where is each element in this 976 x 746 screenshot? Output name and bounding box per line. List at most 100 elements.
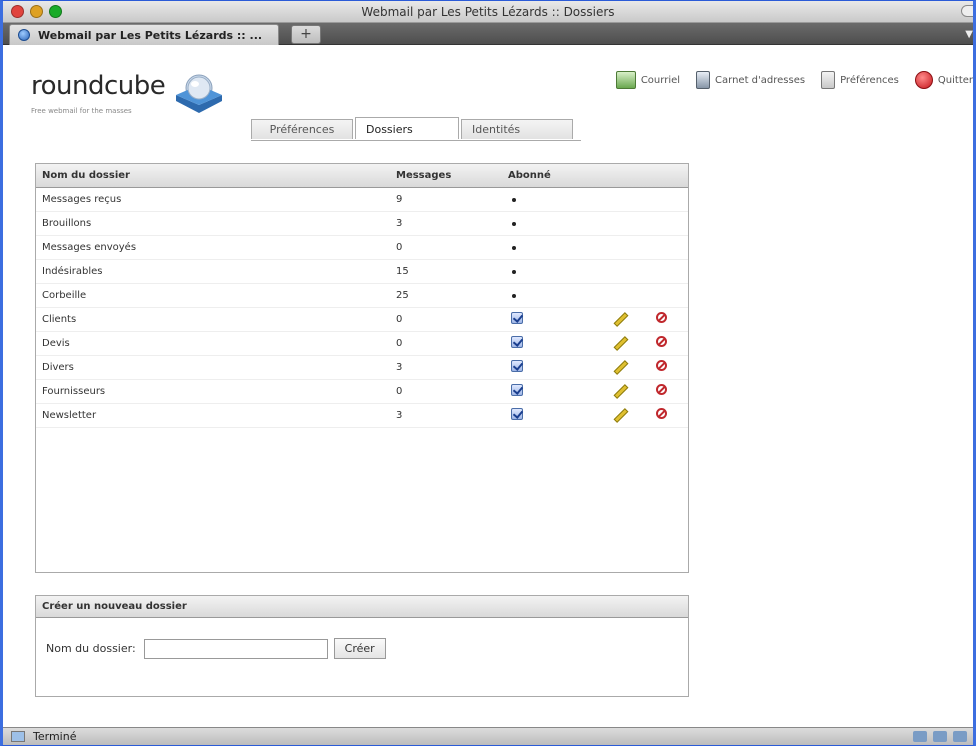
folder-row[interactable]: Devis 0 <box>36 331 688 356</box>
tab-divider <box>251 140 581 141</box>
folder-row[interactable]: Indésirables 15 <box>36 259 688 284</box>
folder-delete-cell <box>644 403 688 428</box>
folder-rename-cell <box>600 259 644 284</box>
folder-message-count: 3 <box>390 403 502 428</box>
rename-pencil-icon[interactable] <box>612 359 626 373</box>
folder-name-input[interactable] <box>143 638 328 659</box>
nav-preferences-label: Préférences <box>840 74 899 86</box>
folder-message-count: 9 <box>390 187 502 212</box>
folder-message-count: 15 <box>390 259 502 284</box>
rename-pencil-icon[interactable] <box>612 383 626 397</box>
folder-name: Newsletter <box>36 403 390 428</box>
folder-row[interactable]: Clients 0 <box>36 307 688 332</box>
folder-rename-cell <box>600 379 644 404</box>
logo-wordmark: roundcube <box>31 71 166 101</box>
settings-tabs: Préférences Dossiers Identités <box>251 117 575 139</box>
toolbar-toggle-button[interactable] <box>961 5 973 17</box>
folder-name: Messages reçus <box>36 187 390 212</box>
subscribe-checkbox[interactable] <box>511 407 523 420</box>
tray-mail-icon <box>953 731 967 742</box>
subscribe-checkbox[interactable] <box>511 311 523 324</box>
delete-folder-icon[interactable] <box>656 336 667 347</box>
folder-delete-cell <box>644 235 688 260</box>
folder-rename-cell <box>600 187 644 212</box>
logo-tagline: Free webmail for the masses <box>31 107 132 115</box>
folder-rename-cell <box>600 211 644 236</box>
folder-rename-cell <box>600 235 644 260</box>
folder-subscribed-cell <box>502 307 600 332</box>
folder-name: Corbeille <box>36 283 390 308</box>
window-titlebar: Webmail par Les Petits Lézards :: Dossie… <box>3 1 973 23</box>
tray-addon-icon <box>933 731 947 742</box>
tab-identites[interactable]: Identités <box>461 119 573 139</box>
subscribe-checkbox[interactable] <box>511 359 523 372</box>
delete-folder-icon[interactable] <box>656 312 667 323</box>
delete-folder-icon[interactable] <box>656 408 667 419</box>
folder-table: Nom du dossier Messages Abonné Messages … <box>36 164 688 428</box>
create-folder-box: Créer un nouveau dossier Nom du dossier:… <box>35 595 689 697</box>
folder-row[interactable]: Corbeille 25 <box>36 283 688 308</box>
status-bar: Terminé <box>3 727 973 745</box>
folder-name: Devis <box>36 331 390 356</box>
nav-carnet[interactable]: Carnet d'adresses <box>696 71 805 89</box>
folder-message-count: 0 <box>390 307 502 332</box>
tab-overflow-icon[interactable]: ▼ <box>965 29 973 40</box>
window-title: Webmail par Les Petits Lézards :: Dossie… <box>361 5 615 19</box>
folder-subscribed-cell <box>502 235 600 260</box>
roundcube-logo: roundcube Free webmail for the masses <box>31 71 222 115</box>
status-icon <box>11 731 25 742</box>
folder-delete-cell <box>644 379 688 404</box>
folder-rename-cell <box>600 355 644 380</box>
folder-row[interactable]: Fournisseurs 0 <box>36 379 688 404</box>
folder-message-count: 3 <box>390 211 502 236</box>
folder-name: Clients <box>36 307 390 332</box>
nav-preferences[interactable]: Préférences <box>821 71 899 89</box>
tab-preferences[interactable]: Préférences <box>251 119 353 139</box>
delete-folder-icon[interactable] <box>656 384 667 395</box>
nav-courriel[interactable]: Courriel <box>615 71 680 89</box>
folder-name: Fournisseurs <box>36 379 390 404</box>
subscribed-bullet-icon <box>512 197 516 202</box>
folder-subscribed-cell <box>502 211 600 236</box>
folder-message-count: 0 <box>390 235 502 260</box>
subscribed-bullet-icon <box>512 221 516 226</box>
rename-pencil-icon[interactable] <box>612 311 626 325</box>
rename-pencil-icon[interactable] <box>612 407 626 421</box>
header-rename <box>600 164 644 188</box>
folder-rename-cell <box>600 331 644 356</box>
rename-pencil-icon[interactable] <box>612 335 626 349</box>
preferences-icon <box>821 71 836 89</box>
folder-row[interactable]: Brouillons 3 <box>36 211 688 236</box>
folder-row[interactable]: Messages envoyés 0 <box>36 235 688 260</box>
new-tab-button[interactable]: + <box>291 25 321 44</box>
folder-delete-cell <box>644 283 688 308</box>
create-folder-title: Créer un nouveau dossier <box>36 596 688 618</box>
folder-row[interactable]: Newsletter 3 <box>36 403 688 428</box>
folder-subscribed-cell <box>502 283 600 308</box>
subscribed-bullet-icon <box>512 245 516 250</box>
folder-rename-cell <box>600 307 644 332</box>
folder-table-header: Nom du dossier Messages Abonné <box>36 164 688 188</box>
folder-row[interactable]: Messages reçus 9 <box>36 187 688 212</box>
folder-name: Brouillons <box>36 211 390 236</box>
tray-network-icon <box>913 731 927 742</box>
folder-delete-cell <box>644 355 688 380</box>
delete-folder-icon[interactable] <box>656 360 667 371</box>
subscribe-checkbox[interactable] <box>511 383 523 396</box>
tab-dossiers[interactable]: Dossiers <box>355 117 459 139</box>
subscribe-checkbox[interactable] <box>511 335 523 348</box>
subscribed-bullet-icon <box>512 269 516 274</box>
folder-row[interactable]: Divers 3 <box>36 355 688 380</box>
addressbook-icon <box>696 71 711 89</box>
header-messages: Messages <box>390 164 502 188</box>
folder-rows: Messages reçus 9 Brouillons 3 Messages envoy… <box>36 187 688 428</box>
folder-subscribed-cell <box>502 187 600 212</box>
browser-window: Webmail par Les Petits Lézards :: Dossie… <box>0 0 976 746</box>
header-delete <box>644 164 688 188</box>
folder-message-count: 0 <box>390 331 502 356</box>
nav-quitter[interactable]: Quitter <box>914 71 973 89</box>
create-folder-button[interactable]: Créer <box>333 638 386 659</box>
browser-tab[interactable]: Webmail par Les Petits Lézards :: ... <box>9 24 279 45</box>
folder-message-count: 25 <box>390 283 502 308</box>
folder-delete-cell <box>644 187 688 212</box>
